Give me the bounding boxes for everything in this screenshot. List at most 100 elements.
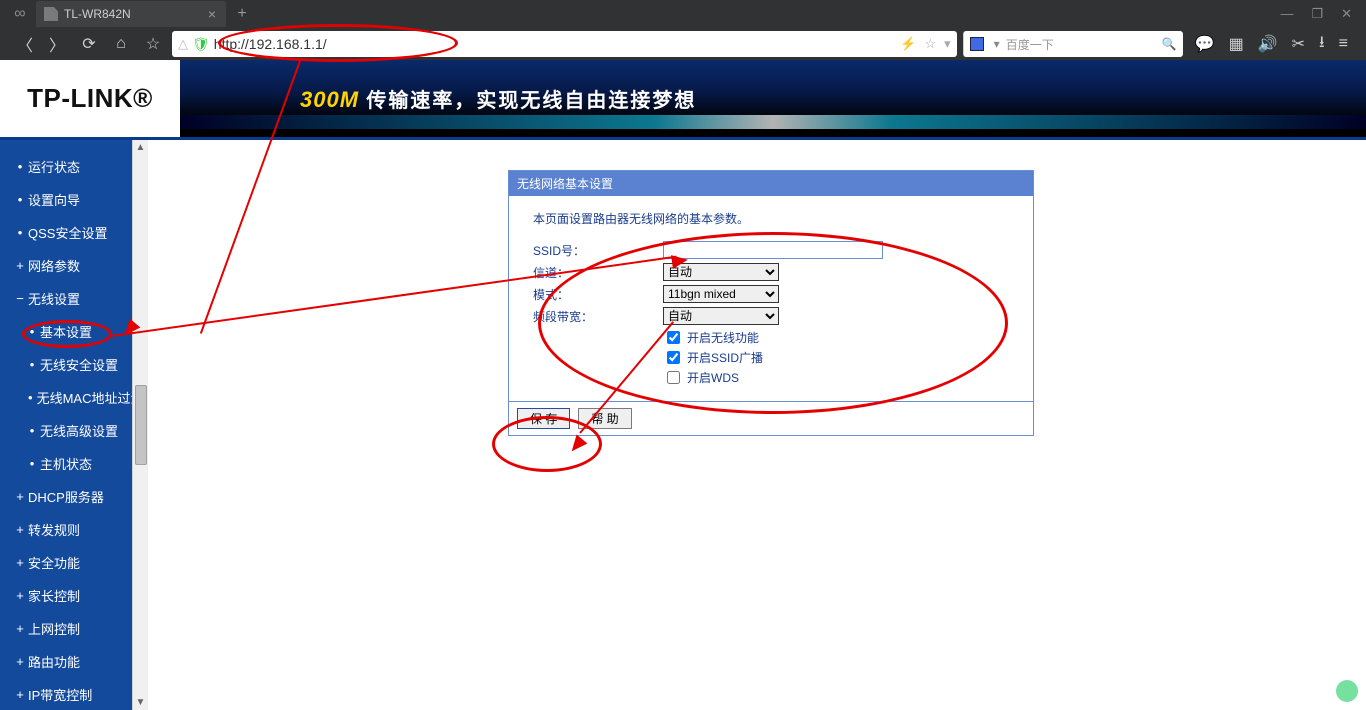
sidebar-item-label: 转发规则 — [28, 520, 80, 539]
sidebar-item-8[interactable]: •无线高级设置 — [0, 414, 132, 447]
row-wds: 开启WDS — [533, 367, 1009, 387]
sidebar-item-6[interactable]: •无线安全设置 — [0, 348, 132, 381]
sidebar-item-label: 基本设置 — [40, 322, 92, 341]
sidebar-item-label: 运行状态 — [28, 157, 80, 176]
sidebar-item-label: 上网控制 — [28, 619, 80, 638]
chat-icon[interactable]: 💬 — [1195, 34, 1215, 54]
star-icon[interactable]: ☆ — [924, 36, 936, 52]
sidebar-item-11[interactable]: +转发规则 — [0, 513, 132, 546]
caret-icon[interactable]: ▾ — [944, 36, 951, 52]
search-engine-icon — [970, 37, 984, 51]
sidebar-marker-icon: • — [28, 456, 36, 471]
help-button[interactable]: 帮 助 — [578, 408, 631, 429]
helper-circle — [1336, 680, 1358, 702]
sidebar-scrollbar[interactable]: ▲ ▼ — [132, 140, 148, 710]
sidebar-item-12[interactable]: + 安全功能 — [0, 546, 132, 579]
favorite-button[interactable]: ☆ — [144, 35, 162, 53]
content-area: 无线网络基本设置 本页面设置路由器无线网络的基本参数。 SSID号： 信道： 自… — [148, 140, 1366, 710]
tab-title: TL-WR842N — [64, 7, 131, 21]
reload-button[interactable]: ⟳ — [80, 35, 98, 53]
sidebar-wrap: •运行状态•设置向导•QSS安全设置+网络参数−无线设置•基本设置•无线安全设置… — [0, 140, 148, 710]
slogan: 300M 传输速率，实现无线自由连接梦想 — [180, 84, 696, 113]
sidebar-marker-icon: + — [16, 654, 24, 669]
sidebar-marker-icon: + — [16, 621, 24, 636]
scroll-down-icon[interactable]: ▼ — [136, 695, 146, 710]
ssid-broadcast-label: 开启SSID广播 — [687, 349, 763, 366]
mode-label: 模式： — [533, 286, 663, 303]
bolt-icon[interactable]: ⚡ — [900, 36, 916, 52]
sidebar-item-1[interactable]: •设置向导 — [0, 183, 132, 216]
sidebar-item-10[interactable]: +DHCP服务器 — [0, 480, 132, 513]
slogan-rest: 传输速率，实现无线自由连接梦想 — [366, 90, 696, 112]
wl-enable-checkbox[interactable] — [667, 331, 680, 344]
sidebar-item-7[interactable]: •无线MAC地址过滤 — [0, 381, 132, 414]
sidebar-item-label: 无线设置 — [28, 289, 80, 308]
sidebar-item-15[interactable]: + 路由功能 — [0, 645, 132, 678]
banner-stripe — [180, 115, 1366, 129]
mode-select[interactable]: 11bgn mixed — [663, 285, 779, 303]
router-body: •运行状态•设置向导•QSS安全设置+网络参数−无线设置•基本设置•无线安全设置… — [0, 140, 1366, 710]
ssid-input[interactable] — [663, 241, 883, 259]
sidebar-item-label: 路由功能 — [28, 652, 80, 671]
minimize-button[interactable]: ― — [1280, 6, 1293, 22]
search-placeholder: 百度一下 — [1006, 36, 1054, 53]
address-row: 〈 〉 ⟳ ⌂ ☆ △ 🛡 http://192.168.1.1/ ⚡ ☆ ▾ … — [0, 28, 1366, 60]
wds-checkbox[interactable] — [667, 371, 680, 384]
maximize-button[interactable]: ❐ — [1311, 6, 1323, 22]
close-window-button[interactable]: ✕ — [1341, 6, 1352, 22]
insecure-icon: △ — [178, 36, 188, 52]
menu-icon[interactable]: ≡ — [1339, 35, 1348, 53]
sidebar-item-4[interactable]: −无线设置 — [0, 282, 132, 315]
row-ssid-broadcast: 开启SSID广播 — [533, 347, 1009, 367]
sidebar-item-label: IP带宽控制 — [28, 685, 92, 704]
panel-desc: 本页面设置路由器无线网络的基本参数。 — [533, 210, 1009, 227]
sidebar-item-2[interactable]: • QSS安全设置 — [0, 216, 132, 249]
sidebar-item-label: 网络参数 — [28, 256, 80, 275]
download-icon[interactable]: ⭳ — [1319, 31, 1325, 58]
channel-label: 信道： — [533, 264, 663, 281]
sidebar-item-5[interactable]: • 基本设置 — [0, 315, 132, 348]
sidebar-marker-icon: • — [28, 390, 33, 405]
nav-buttons: 〈 〉 ⟳ ⌂ ☆ — [6, 35, 172, 53]
ssid-broadcast-checkbox[interactable] — [667, 351, 680, 364]
sidebar-item-16[interactable]: +IP带宽控制 — [0, 678, 132, 710]
bw-select[interactable]: 自动 — [663, 307, 779, 325]
save-button[interactable]: 保 存 — [517, 408, 570, 429]
sidebar-item-9[interactable]: •主机状态 — [0, 447, 132, 480]
sidebar-marker-icon: − — [16, 291, 24, 306]
grid-icon[interactable]: ▦ — [1229, 34, 1244, 54]
sidebar-item-0[interactable]: •运行状态 — [0, 150, 132, 183]
scroll-thumb[interactable] — [135, 385, 147, 465]
sidebar-item-14[interactable]: + 上网控制 — [0, 612, 132, 645]
row-bw: 频段带宽： 自动 — [533, 305, 1009, 327]
sidebar-marker-icon: • — [28, 357, 36, 372]
page-icon — [44, 7, 58, 21]
toolbar-right: 💬 ▦ 🔊 ✂ ⭳ ≡ — [1183, 31, 1360, 58]
wds-label: 开启WDS — [687, 369, 739, 386]
browser-chrome: ∞ TL-WR842N × + ― ❐ ✕ 〈 〉 ⟳ ⌂ ☆ △ 🛡 http… — [0, 0, 1366, 60]
sidebar-marker-icon: + — [16, 588, 24, 603]
ssid-label: SSID号： — [533, 242, 663, 259]
address-bar[interactable]: △ 🛡 http://192.168.1.1/ ⚡ ☆ ▾ — [172, 31, 957, 57]
sidebar-marker-icon: • — [16, 225, 24, 240]
tab-active[interactable]: TL-WR842N × — [36, 1, 226, 27]
volume-icon[interactable]: 🔊 — [1258, 34, 1278, 54]
sidebar-item-label: QSS安全设置 — [28, 223, 107, 242]
scissors-icon[interactable]: ✂ — [1292, 34, 1305, 54]
sidebar-marker-icon: • — [28, 324, 36, 339]
forward-button[interactable]: 〉 — [48, 35, 66, 53]
close-icon[interactable]: × — [208, 6, 216, 22]
channel-select[interactable]: 自动 — [663, 263, 779, 281]
back-button[interactable]: 〈 — [16, 35, 34, 53]
sidebar-item-13[interactable]: +家长控制 — [0, 579, 132, 612]
row-mode: 模式： 11bgn mixed — [533, 283, 1009, 305]
scroll-up-icon[interactable]: ▲ — [136, 140, 146, 155]
sidebar-marker-icon: + — [16, 555, 24, 570]
home-button[interactable]: ⌂ — [112, 35, 130, 53]
search-box[interactable]: ▾ 百度一下 🔍 — [963, 31, 1183, 57]
sidebar-item-3[interactable]: +网络参数 — [0, 249, 132, 282]
sidebar-item-label: 安全功能 — [28, 553, 80, 572]
new-tab-button[interactable]: + — [230, 5, 254, 23]
chevron-down-icon[interactable]: ▾ — [994, 37, 1000, 51]
search-go-icon[interactable]: 🔍 — [1162, 37, 1177, 51]
